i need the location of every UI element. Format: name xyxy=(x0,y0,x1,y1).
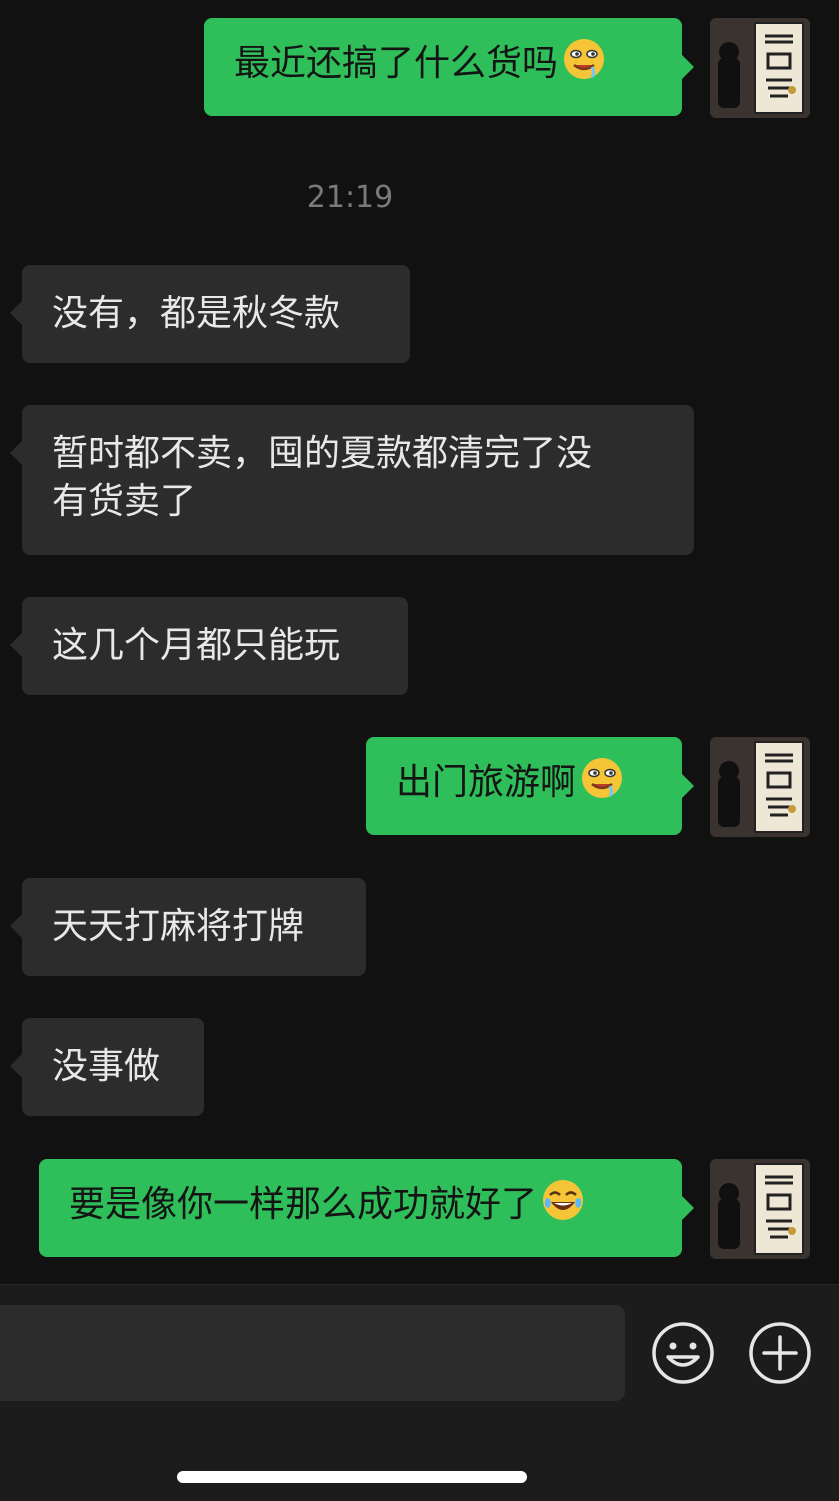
avatar-image xyxy=(710,18,810,118)
message-text: 这几个月都只能玩 xyxy=(52,625,341,666)
message-text: 最近还搞了什么货吗 xyxy=(234,43,559,84)
avatar[interactable] xyxy=(710,18,810,118)
message-bubble[interactable]: 暂时都不卖，囤的夏款都清完了没 有货卖了 xyxy=(22,405,694,555)
home-indicator[interactable] xyxy=(177,1471,527,1483)
message-text: 天天打麻将打牌 xyxy=(52,906,305,947)
tears-of-joy-emoji xyxy=(543,1180,584,1220)
message-text: 出门旅游啊 xyxy=(396,762,577,803)
avatar[interactable] xyxy=(710,1159,810,1259)
drooling-face-emoji xyxy=(564,39,605,79)
message-bubble[interactable]: 出门旅游啊 xyxy=(366,737,682,835)
message-input-bar xyxy=(0,1284,839,1501)
message-bubble[interactable]: 要是像你一样那么成功就好了 xyxy=(39,1159,682,1257)
message-text: 要是像你一样那么成功就好了 xyxy=(69,1184,538,1225)
message-text: 没事做 xyxy=(52,1046,161,1087)
avatar-image xyxy=(710,737,810,837)
message-bubble[interactable]: 这几个月都只能玩 xyxy=(22,597,408,695)
message-bubble[interactable]: 没有，都是秋冬款 xyxy=(22,265,410,363)
smiley-face-icon[interactable] xyxy=(651,1321,715,1385)
message-bubble[interactable]: 天天打麻将打牌 xyxy=(22,878,366,976)
message-bubble[interactable]: 没事做 xyxy=(22,1018,204,1116)
message-text-line-1: 暂时都不卖，囤的夏款都清完了没 xyxy=(52,433,593,474)
message-text: 没有，都是秋冬款 xyxy=(52,293,341,334)
drooling-face-emoji xyxy=(582,758,623,798)
chat-history: 最近还搞了什么货吗 21:19 没有，都是秋冬款 暂时都不卖，囤的夏款都清完了没… xyxy=(0,0,839,1284)
avatar-image xyxy=(710,1159,810,1259)
timestamp: 21:19 xyxy=(306,180,394,215)
message-text-line-2: 有货卖了 xyxy=(52,481,197,522)
message-bubble[interactable]: 最近还搞了什么货吗 xyxy=(204,18,682,116)
message-input[interactable] xyxy=(0,1305,625,1401)
avatar[interactable] xyxy=(710,737,810,837)
plus-circle-icon[interactable] xyxy=(748,1321,812,1385)
